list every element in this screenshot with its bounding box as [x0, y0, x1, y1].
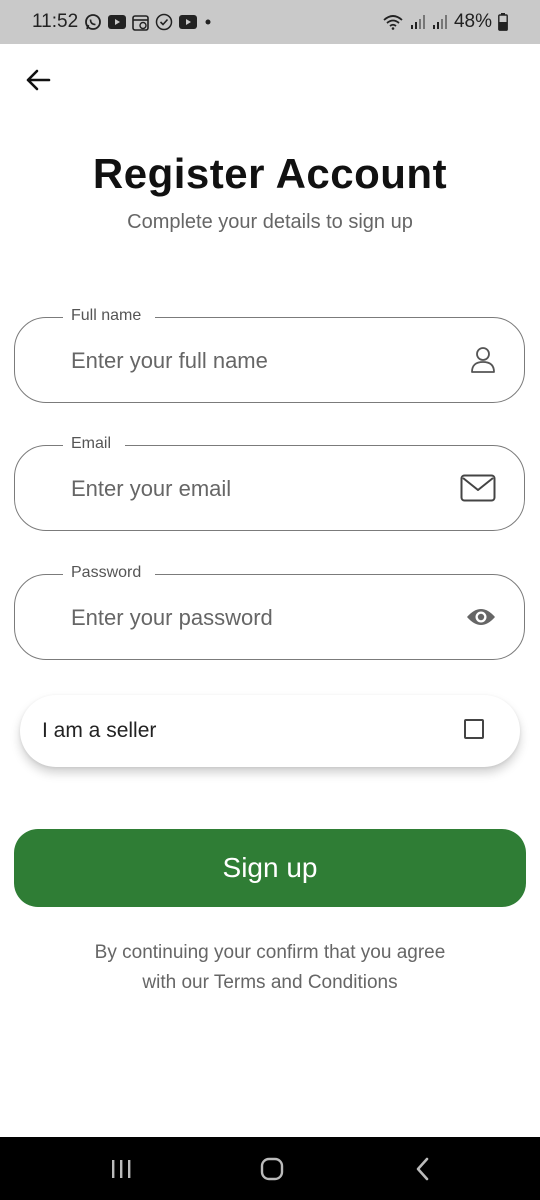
recent-apps-icon — [112, 1159, 131, 1178]
nav-back-button[interactable] — [383, 1137, 463, 1200]
home-icon — [260, 1157, 284, 1180]
status-time: 11:52 — [32, 11, 79, 32]
calendar-icon — [132, 14, 149, 31]
signup-button[interactable]: Sign up — [14, 829, 526, 907]
mail-icon — [460, 474, 496, 502]
signal-icon — [410, 14, 426, 30]
check-circle-icon — [155, 13, 173, 31]
page-title: Register Account — [92, 150, 448, 197]
seller-checkbox[interactable] — [464, 719, 484, 739]
seller-label: I am a seller — [42, 719, 157, 742]
full-name-field: Full name — [14, 306, 525, 404]
password-input[interactable] — [69, 575, 433, 661]
status-right: 48% — [382, 11, 508, 33]
terms-line-2[interactable]: with our Terms and Conditions — [0, 968, 540, 998]
recent-apps-button[interactable] — [81, 1137, 161, 1200]
status-left: 11:52 — [32, 11, 213, 33]
back-icon — [416, 1157, 429, 1180]
dot-icon — [203, 17, 213, 27]
arrow-left-icon — [26, 69, 51, 91]
whatsapp-icon — [84, 13, 102, 31]
status-bar: 11:52 48% — [0, 0, 540, 44]
battery-percent: 48% — [453, 11, 492, 32]
signal-icon — [432, 14, 448, 30]
home-button[interactable] — [232, 1137, 312, 1200]
full-name-input[interactable] — [69, 318, 433, 404]
wifi-icon — [382, 14, 404, 30]
terms-line-1: By continuing your confirm that you agre… — [94, 942, 446, 963]
youtube-icon — [108, 15, 127, 29]
password-field: Password — [14, 563, 525, 661]
email-input[interactable] — [69, 446, 433, 532]
seller-option[interactable]: I am a seller — [20, 695, 520, 767]
eye-icon[interactable] — [466, 607, 496, 627]
back-button[interactable] — [22, 64, 54, 96]
battery-icon — [498, 13, 508, 31]
email-field: Email — [14, 434, 525, 532]
person-icon — [470, 346, 496, 374]
navigation-bar — [0, 1137, 540, 1200]
page-subtitle: Complete your details to sign up — [127, 211, 413, 233]
youtube-icon — [179, 15, 198, 29]
terms-text: By continuing your confirm that you agre… — [0, 938, 540, 998]
